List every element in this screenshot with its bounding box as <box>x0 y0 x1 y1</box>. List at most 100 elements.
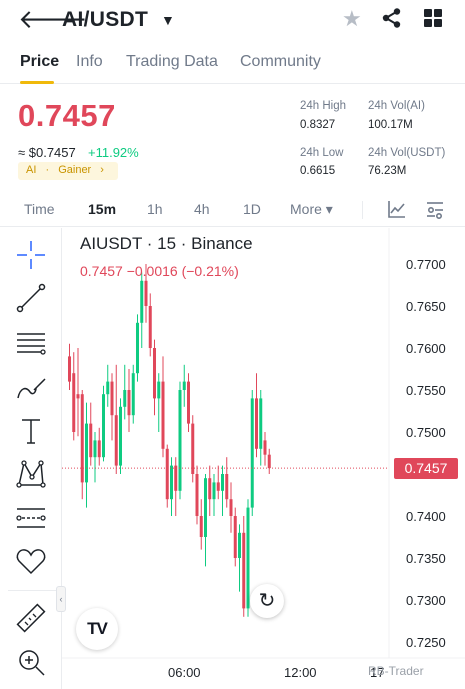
tab-info[interactable]: Info <box>76 53 103 71</box>
candle-body <box>208 478 212 500</box>
candle-body <box>263 440 267 455</box>
caret-down-icon[interactable]: ▼ <box>161 12 175 28</box>
xabcd-pattern-icon <box>16 460 46 488</box>
candle-body <box>225 474 229 500</box>
chart-title: AIUSDT · 15 · Binance <box>80 234 253 253</box>
tab-trading-data[interactable]: Trading Data <box>126 53 218 71</box>
vol-quote-label: 24h Vol(USDT) <box>368 147 446 159</box>
candle-body <box>80 394 84 483</box>
candle-body <box>255 398 258 449</box>
heart-icon <box>16 549 46 575</box>
candle-body <box>136 322 139 374</box>
candle-body <box>153 348 156 399</box>
candle-body <box>238 532 241 558</box>
candle-body <box>93 440 97 458</box>
y-tick-label: 0.7600 <box>406 341 446 356</box>
candle-body <box>182 381 186 390</box>
tag-badges[interactable]: AI · Gainer › <box>18 162 118 180</box>
crosshair-tool[interactable] <box>14 238 48 272</box>
fiat-price: ≈ $0.7457 <box>18 145 76 160</box>
candle-body <box>233 516 237 558</box>
fib-retracement-tool[interactable] <box>14 326 48 360</box>
candle-body <box>165 448 169 500</box>
candle-body <box>195 474 199 516</box>
tab-price[interactable]: Price <box>20 53 59 71</box>
y-tick-label: 0.7700 <box>406 257 446 272</box>
candle-body <box>157 381 161 399</box>
low-label: 24h Low <box>300 147 344 159</box>
vol-quote-value: 76.23M <box>368 165 407 177</box>
tradingview-logo[interactable]: TV <box>76 608 118 650</box>
indicators-icon[interactable] <box>387 199 407 219</box>
drawing-toolbar <box>0 228 62 689</box>
interval-1d[interactable]: 1D <box>243 201 261 217</box>
brush-icon <box>17 378 46 399</box>
vol-base-label: 24h Vol(AI) <box>368 100 425 112</box>
star-icon[interactable]: ★ <box>342 6 362 32</box>
zoom-tool[interactable] <box>14 645 48 679</box>
vol-base-value: 100.17M <box>368 119 413 131</box>
brush-tool[interactable] <box>14 370 48 404</box>
chart-settings-icon[interactable] <box>425 199 445 219</box>
candle-body <box>191 423 195 474</box>
interval-1h[interactable]: 1h <box>147 201 163 217</box>
interval-15m[interactable]: 15m <box>88 201 116 217</box>
tab-community[interactable]: Community <box>240 53 321 71</box>
share-icon[interactable] <box>381 7 403 29</box>
low-value: 0.6615 <box>300 165 336 177</box>
tag-separator: · <box>45 164 50 176</box>
candle-body <box>127 390 131 416</box>
zoom-in-icon <box>19 650 45 676</box>
y-tick-label: 0.7500 <box>406 425 446 440</box>
interval-4h[interactable]: 4h <box>194 201 210 217</box>
y-tick-label: 0.7350 <box>406 551 446 566</box>
candle-body <box>259 398 263 449</box>
grid-menu-icon[interactable] <box>424 9 442 27</box>
tag-gainer: Gainer <box>58 164 92 176</box>
candle-body <box>131 373 135 416</box>
interval-bar: Time 15m 1h 4h 1D More ▾ <box>0 193 465 227</box>
candle-body <box>250 398 254 508</box>
more-label: More <box>290 201 322 217</box>
favorites-tool[interactable] <box>14 544 48 578</box>
candle-body <box>123 390 127 407</box>
candle-body <box>110 381 114 416</box>
measure-tool[interactable] <box>14 601 48 635</box>
interval-more[interactable]: More ▾ <box>290 201 333 218</box>
candle-body <box>85 423 88 483</box>
reset-chart-button[interactable]: ↻ <box>250 584 284 618</box>
tag-ai: AI <box>26 164 37 176</box>
candle-body <box>242 532 246 609</box>
candle-body <box>221 474 224 491</box>
toolbar-divider <box>8 590 56 591</box>
y-tick-label: 0.7250 <box>406 635 446 650</box>
last-price: 0.7457 <box>18 98 116 133</box>
y-tick-label: 0.7300 <box>406 593 446 608</box>
candle-body <box>187 381 190 424</box>
forecast-tool[interactable] <box>14 501 48 535</box>
candle-body <box>144 280 148 306</box>
candle-body <box>178 390 182 491</box>
candle-body <box>170 465 173 500</box>
candle-body <box>246 507 250 609</box>
high-value: 0.8327 <box>300 119 336 131</box>
pair-title[interactable]: AI/USDT <box>62 8 148 32</box>
candle-body <box>72 373 76 432</box>
long-position-icon <box>16 508 46 528</box>
high-label: 24h High <box>300 100 347 112</box>
candle-body <box>204 478 207 537</box>
text-tool[interactable] <box>14 414 48 448</box>
candle-body <box>229 499 233 516</box>
crosshair-icon <box>17 241 45 269</box>
interval-time[interactable]: Time <box>24 201 55 217</box>
pattern-tool[interactable] <box>14 457 48 491</box>
price-change-percent: +11.92% <box>88 145 139 160</box>
section-tabs: Price Info Trading Data Community <box>0 48 465 84</box>
candle-body <box>89 423 93 458</box>
candle-body <box>97 440 101 458</box>
candle-body <box>114 415 118 466</box>
trend-line-tool[interactable] <box>14 281 48 315</box>
trend-line-icon <box>16 283 46 313</box>
last-price-label: 0.7457 <box>394 458 458 479</box>
candle-body <box>68 356 71 382</box>
